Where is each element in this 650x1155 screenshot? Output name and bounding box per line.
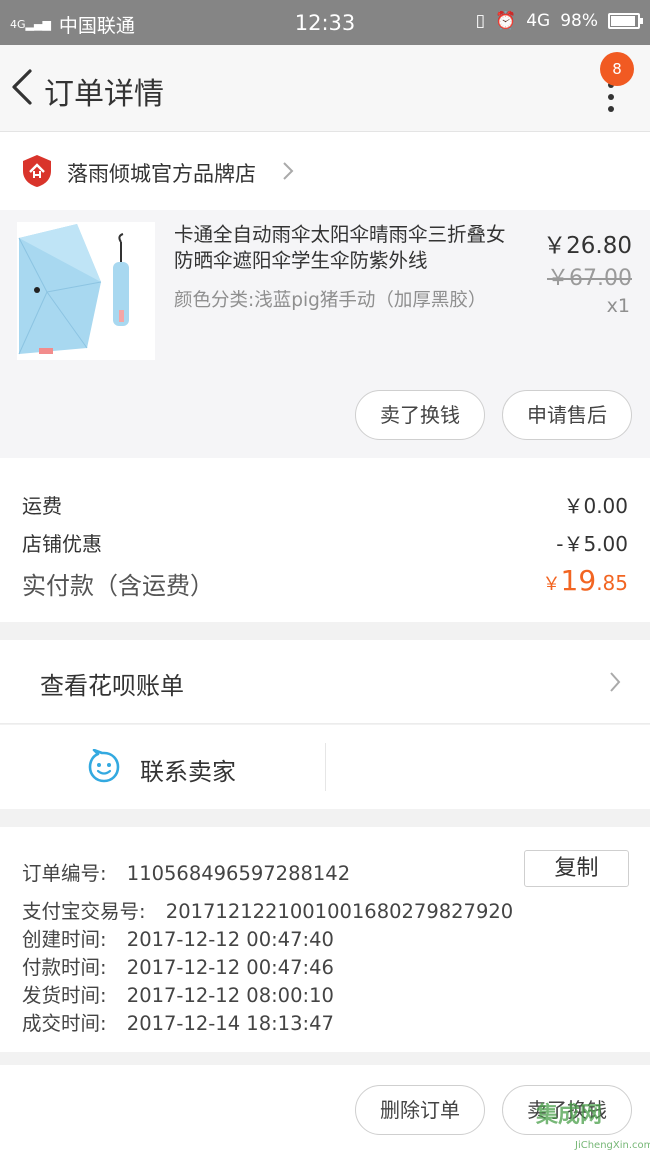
shop-name: 落雨倾城官方品牌店 [67, 162, 256, 186]
sell-button[interactable]: 卖了换钱 [355, 390, 485, 440]
alipay-row: 支付宝交易号: 2017121221001001680279827920 [22, 895, 513, 924]
order-number: 110568496597288142 [126, 862, 351, 885]
copy-button[interactable]: 复制 [524, 850, 629, 887]
delete-order-button[interactable]: 删除订单 [355, 1085, 485, 1135]
alipay-number: 2017121221001001680279827920 [165, 900, 514, 923]
closed-time: 2017-12-14 18:13:47 [126, 1012, 334, 1035]
order-number-label: 订单编号: [22, 862, 107, 885]
shipping-row: 运费 ￥0.00 [22, 490, 628, 519]
huabei-label: 查看花呗账单 [40, 672, 184, 700]
product-price: ￥26.80 [543, 233, 632, 259]
shop-logo-icon [23, 155, 51, 187]
product-sku: 颜色分类:浅蓝pig猪手动（加厚黑胶） [174, 290, 487, 311]
created-row: 创建时间: 2017-12-12 00:47:40 [22, 923, 334, 952]
alarm-icon: ⏰ [495, 11, 517, 31]
paid-time-row: 付款时间: 2017-12-12 00:47:46 [22, 951, 334, 980]
created-label: 创建时间: [22, 928, 107, 951]
discount-label: 店铺优惠 [22, 532, 102, 556]
data-type: 4G [526, 11, 551, 31]
paid-currency: ￥ [542, 574, 561, 595]
battery-icon [608, 13, 643, 29]
status-icons: ▯ ⏰ 4G 98% [475, 11, 643, 31]
order-info: 订单编号: 110568496597288142 复制 支付宝交易号: 2017… [0, 827, 650, 1052]
nav-bar: 订单详情 8 [0, 45, 650, 132]
shipping-value: ￥0.00 [563, 494, 628, 518]
chevron-right-icon [283, 162, 294, 180]
paid-row: 实付款（含运费） ￥19.85 [22, 564, 628, 601]
shipped-time: 2017-12-12 08:00:10 [126, 984, 334, 1007]
created-time: 2017-12-12 00:47:40 [126, 928, 334, 951]
shipped-row: 发货时间: 2017-12-12 08:00:10 [22, 979, 334, 1008]
original-price: ￥67.00 [547, 266, 632, 291]
shipping-label: 运费 [22, 494, 62, 518]
product-image [17, 222, 155, 360]
closed-row: 成交时间: 2017-12-14 18:13:47 [22, 1007, 334, 1036]
paid-integer: 19 [560, 564, 597, 597]
status-bar: 4G▂▄▆ 中国联通 12:33 ▯ ⏰ 4G 98% [0, 0, 650, 45]
closed-label: 成交时间: [22, 1012, 107, 1035]
contact-bar: 联系卖家 [0, 725, 650, 809]
alipay-label: 支付宝交易号: [22, 900, 146, 923]
discount-row: 店铺优惠 -￥5.00 [22, 528, 628, 557]
battery-percent: 98% [560, 11, 598, 31]
huabei-bill-row[interactable]: 查看花呗账单 [0, 640, 650, 724]
page-title: 订单详情 [44, 77, 164, 112]
quantity: x1 [606, 295, 630, 317]
paid-label: 实付款（含运费） [22, 572, 214, 600]
notification-badge: 8 [600, 52, 634, 86]
back-icon[interactable] [8, 67, 38, 107]
chat-face-icon[interactable] [86, 749, 122, 785]
vibrate-icon: ▯ [475, 11, 486, 31]
shop-header[interactable]: 落雨倾城官方品牌店 [0, 132, 650, 210]
shipped-label: 发货时间: [22, 984, 107, 1007]
discount-value: -￥5.00 [556, 532, 628, 556]
chevron-right-icon [610, 672, 621, 692]
watermark: 集成网 [536, 1103, 603, 1128]
divider [325, 743, 326, 791]
contact-seller-button[interactable]: 联系卖家 [140, 752, 236, 787]
watermark-sub: JiChengXin.com [575, 1140, 650, 1151]
aftersale-button[interactable]: 申请售后 [502, 390, 632, 440]
order-item[interactable]: 卡通全自动雨伞太阳伞晴雨伞三折叠女防晒伞遮阳伞学生伞防紫外线 颜色分类:浅蓝pi… [0, 210, 650, 458]
fee-summary: 运费 ￥0.00 店铺优惠 -￥5.00 实付款（含运费） ￥19.85 [0, 458, 650, 622]
paid-time: 2017-12-12 00:47:46 [126, 956, 334, 979]
paid-time-label: 付款时间: [22, 956, 107, 979]
order-number-row: 订单编号: 110568496597288142 [22, 857, 350, 886]
paid-decimal: .85 [596, 571, 628, 595]
product-title[interactable]: 卡通全自动雨伞太阳伞晴雨伞三折叠女防晒伞遮阳伞学生伞防紫外线 [174, 222, 524, 274]
paid-amount: ￥19.85 [543, 564, 628, 597]
